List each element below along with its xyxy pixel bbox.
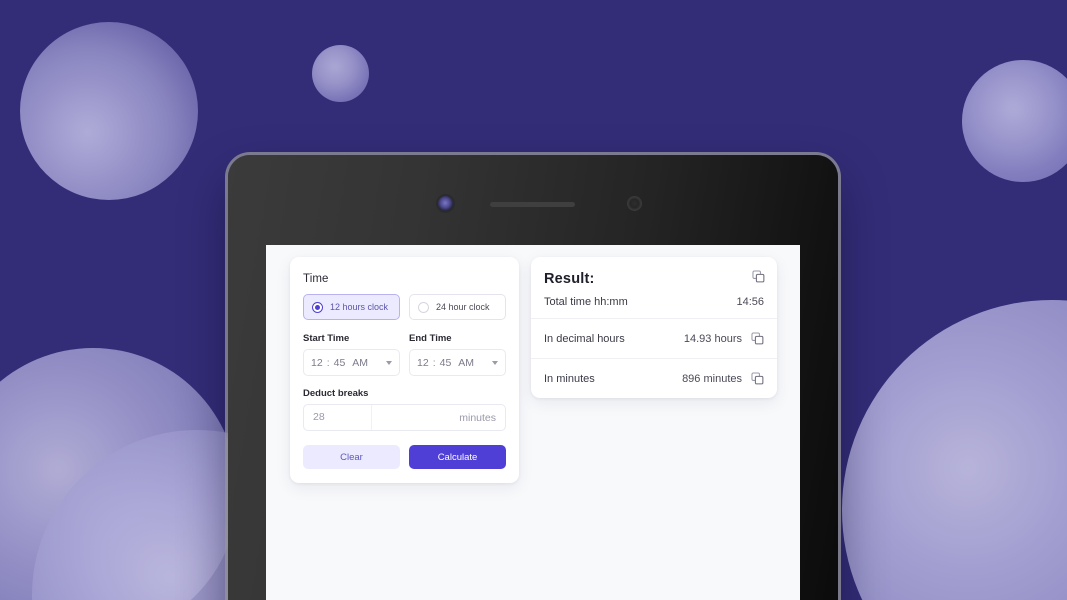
copy-icon[interactable] <box>751 372 764 385</box>
time-input-card: Time 12 hours clock 24 hour clock Start … <box>290 257 519 483</box>
end-time-group: End Time 12 : 45 AM <box>409 333 506 376</box>
clear-button[interactable]: Clear <box>303 445 400 469</box>
end-time-label: End Time <box>409 333 452 344</box>
result-row-minutes: In minutes 896 minutes <box>531 358 777 398</box>
decorative-sphere <box>312 45 369 102</box>
deduct-breaks-group: Deduct breaks 28 minutes <box>303 388 506 431</box>
result-value: 896 minutes <box>682 372 742 385</box>
result-row-total-time: Total time hh:mm 14:56 <box>544 296 764 308</box>
result-key: Total time hh:mm <box>544 296 628 308</box>
time-fields-row: Start Time 12 : 45 AM End Time 12: 45 A… <box>303 333 506 376</box>
time-calculator-app: Time 12 hours clock 24 hour clock Start … <box>266 245 800 483</box>
radio-dot-icon <box>312 301 323 313</box>
chevron-down-icon[interactable] <box>386 360 392 365</box>
decorative-sphere <box>962 60 1067 182</box>
result-row-decimal-hours: In decimal hours 14.93 hours <box>531 318 777 358</box>
radio-24-hour-label: 24 hour clock <box>436 302 490 312</box>
deduct-breaks-value[interactable]: 28 <box>304 405 372 430</box>
speaker-grille-icon <box>490 202 575 207</box>
radio-dot-icon <box>418 301 429 313</box>
result-key: In minutes <box>544 372 595 385</box>
tablet-screen: Time 12 hours clock 24 hour clock Start … <box>266 245 800 600</box>
end-time-input[interactable]: 12 : 45 AM <box>409 349 506 376</box>
end-time-separator: : <box>432 356 436 369</box>
start-meridiem-value[interactable]: AM <box>352 357 368 369</box>
end-minute-value[interactable]: 45 <box>440 357 452 369</box>
chevron-down-icon[interactable] <box>492 360 498 365</box>
deduct-breaks-label: Deduct breaks <box>303 388 369 399</box>
radio-12-hour-label: 12 hours clock <box>330 302 389 312</box>
deduct-breaks-unit: minutes <box>459 411 496 424</box>
start-time-label: Start Time <box>303 333 350 344</box>
proximity-sensor-icon <box>628 197 641 210</box>
start-time-input[interactable]: 12 : 45 AM <box>303 349 400 376</box>
camera-lens-icon <box>438 196 453 211</box>
start-minute-value[interactable]: 45 <box>334 357 346 369</box>
result-header-section: Result: Total time hh:mm 14:56 <box>531 257 777 318</box>
end-meridiem-value[interactable]: AM <box>458 357 474 369</box>
decorative-sphere <box>20 22 198 200</box>
copy-icon[interactable] <box>752 270 765 283</box>
start-time-group: Start Time 12 : 45 AM <box>303 333 400 376</box>
result-value: 14.93 hours <box>683 332 742 345</box>
start-time-separator: : <box>326 356 330 369</box>
copy-icon[interactable] <box>751 332 764 345</box>
result-key: In decimal hours <box>544 332 625 345</box>
result-title: Result: <box>544 271 595 287</box>
tablet-top-bezel <box>228 155 838 245</box>
end-hour-value[interactable]: 12 <box>417 357 429 369</box>
radio-24-hour-clock[interactable]: 24 hour clock <box>409 294 506 320</box>
result-value: 14:56 <box>736 296 764 308</box>
decorative-sphere <box>842 300 1067 600</box>
tablet-device-frame: Time 12 hours clock 24 hour clock Start … <box>228 155 838 600</box>
calculate-button[interactable]: Calculate <box>409 445 506 469</box>
clock-format-group: 12 hours clock 24 hour clock <box>303 294 506 320</box>
start-hour-value[interactable]: 12 <box>311 357 323 369</box>
section-title-time: Time <box>303 273 329 285</box>
result-card: Result: Total time hh:mm 14:56 In decima… <box>531 257 777 398</box>
deduct-breaks-input[interactable]: 28 minutes <box>303 404 506 431</box>
radio-12-hour-clock[interactable]: 12 hours clock <box>303 294 400 320</box>
form-action-buttons: Clear Calculate <box>303 445 506 469</box>
